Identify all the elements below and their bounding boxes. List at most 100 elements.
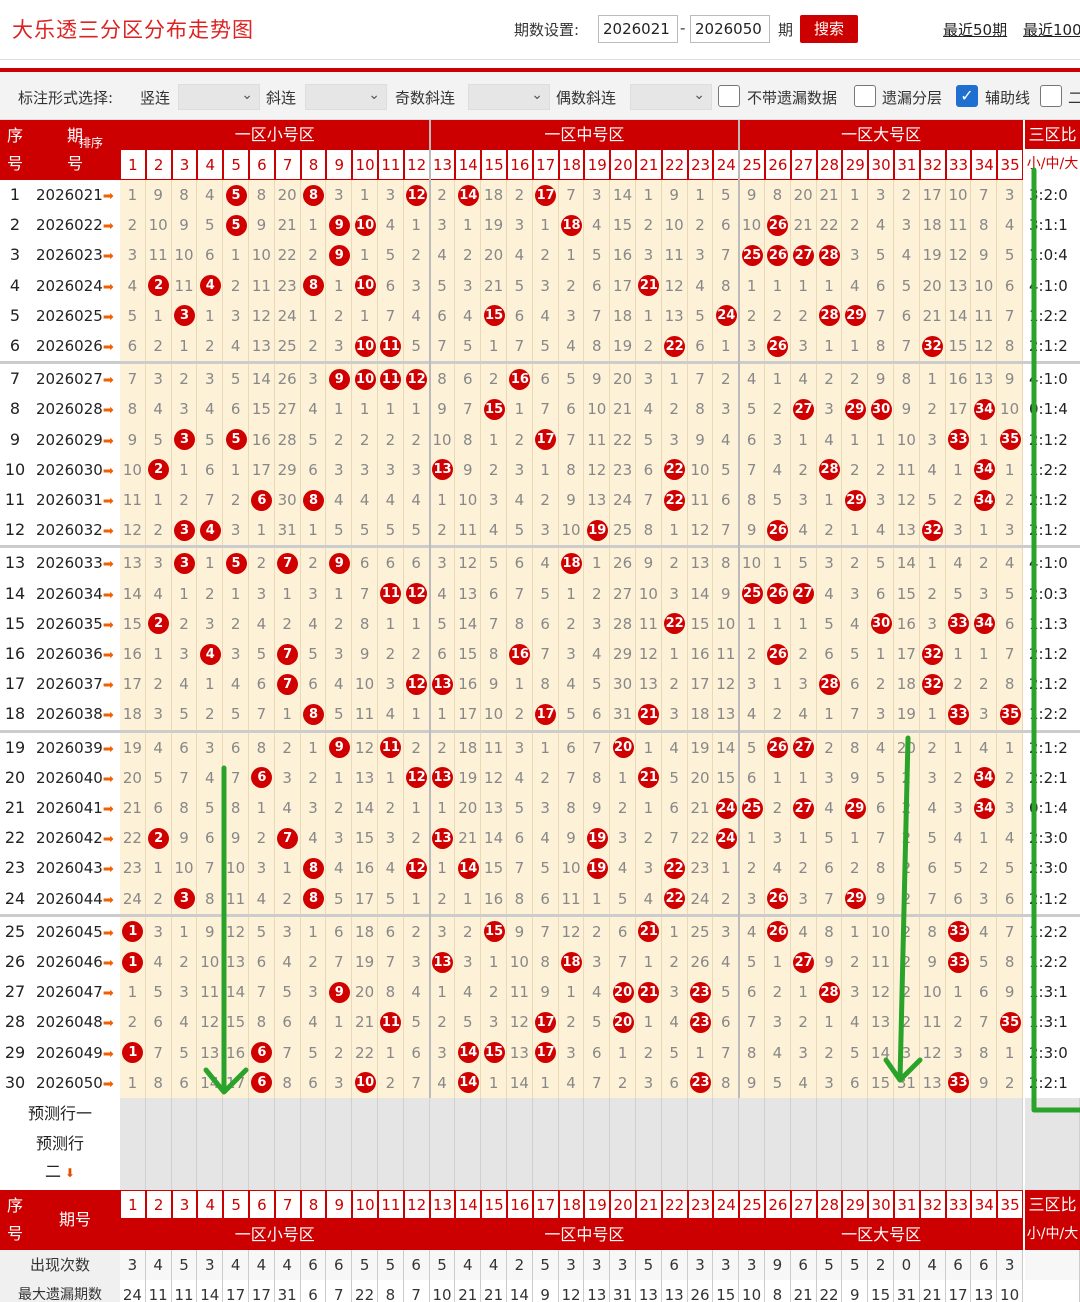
predict-cell[interactable] [816,1130,843,1190]
predict-cell[interactable] [532,1098,559,1130]
arrow-right-icon[interactable]: ➡ [103,926,114,941]
arrow-right-icon[interactable]: ➡ [103,832,114,847]
arrow-right-icon[interactable]: ➡ [103,464,114,479]
issue-cell[interactable]: 2026033➡ [30,548,120,579]
predict-cell[interactable] [584,1098,611,1130]
arrow-right-icon[interactable]: ➡ [103,249,114,264]
predict-cell[interactable] [687,1130,714,1190]
predict-cell[interactable] [120,1098,146,1130]
issue-cell[interactable]: 2026049➡ [30,1037,120,1068]
issue-cell[interactable]: 2026035➡ [30,608,120,639]
predict-cell[interactable] [274,1098,301,1130]
predict-ratio-cell[interactable] [1025,1098,1080,1130]
predict-cell[interactable] [507,1130,533,1190]
arrow-right-icon[interactable]: ➡ [103,189,114,204]
arrow-right-icon[interactable]: ➡ [103,862,114,877]
arrow-right-icon[interactable]: ➡ [103,310,114,325]
issue-cell[interactable]: 2026047➡ [30,977,120,1008]
arrow-right-icon[interactable]: ➡ [103,648,114,663]
predict-cell[interactable] [894,1130,920,1190]
predict-cell[interactable] [739,1098,765,1130]
arrow-right-icon[interactable]: ➡ [103,893,114,908]
predict-cell[interactable] [352,1098,378,1130]
predict-cell[interactable] [558,1098,585,1130]
predict-cell[interactable] [945,1098,972,1130]
arrow-right-icon[interactable]: ➡ [103,742,114,757]
predict-cell[interactable] [661,1130,688,1190]
arrow-right-icon[interactable]: ➡ [103,588,114,603]
arrow-right-icon[interactable]: ➡ [103,1047,114,1062]
arrow-right-icon[interactable]: ➡ [103,772,114,787]
issue-cell[interactable]: 2026045➡ [30,916,120,947]
predict-cell[interactable] [300,1130,327,1190]
arrow-right-icon[interactable]: ➡ [103,494,114,509]
arrow-right-icon[interactable]: ➡ [103,340,114,355]
arrow-right-icon[interactable]: ➡ [103,618,114,633]
arrow-right-icon[interactable]: ➡ [103,373,114,388]
predict-cell[interactable] [790,1130,817,1190]
issue-cell[interactable]: 2026028➡ [30,394,120,425]
predict-cell[interactable] [945,1130,972,1190]
predict-cell[interactable] [636,1130,662,1190]
arrow-right-icon[interactable]: ➡ [103,986,114,1001]
arrow-right-icon[interactable]: ➡ [103,708,114,723]
predict-cell[interactable] [971,1130,998,1190]
arrow-right-icon[interactable]: ➡ [103,403,114,418]
predict-cell[interactable] [894,1098,920,1130]
predict-cell[interactable] [971,1098,998,1130]
issue-cell[interactable]: 2026021➡ [30,180,120,211]
issue-cell[interactable]: 2026039➡ [30,732,120,763]
issue-cell[interactable]: 2026031➡ [30,485,120,516]
predict-cell[interactable] [197,1130,224,1190]
predict-cell[interactable] [378,1130,404,1190]
issue-cell[interactable]: 2026041➡ [30,793,120,824]
predict-cell[interactable] [145,1130,172,1190]
issue-cell[interactable]: 2026043➡ [30,853,120,884]
arrow-down-icon[interactable]: ⬇ [61,1166,75,1180]
predict-cell[interactable] [713,1098,740,1130]
predict-cell[interactable] [842,1130,869,1190]
predict-cell[interactable] [249,1098,275,1130]
predict-cell[interactable] [223,1098,249,1130]
arrow-right-icon[interactable]: ➡ [103,1016,114,1031]
predict-cell[interactable] [481,1130,507,1190]
predict-cell[interactable] [481,1098,507,1130]
issue-cell[interactable]: 2026032➡ [30,515,120,546]
predict-ratio-cell[interactable] [1025,1130,1080,1190]
predict-cell[interactable] [816,1098,843,1130]
issue-cell[interactable]: 2026025➡ [30,300,120,331]
predict-cell[interactable] [997,1130,1023,1190]
predict-cell[interactable] [868,1130,894,1190]
predict-cell[interactable] [274,1130,301,1190]
issue-cell[interactable]: 2026037➡ [30,669,120,700]
predict-cell[interactable] [197,1098,224,1130]
issue-cell[interactable]: 2026024➡ [30,270,120,301]
arrow-right-icon[interactable]: ➡ [103,557,114,572]
predict-cell[interactable] [378,1098,404,1130]
issue-cell[interactable]: 2026026➡ [30,331,120,362]
predict-cell[interactable] [352,1130,378,1190]
arrow-right-icon[interactable]: ➡ [103,1077,114,1092]
issue-cell[interactable]: 2026050➡ [30,1067,120,1098]
issue-cell[interactable]: 2026029➡ [30,424,120,455]
issue-cell[interactable]: 2026022➡ [30,210,120,241]
issue-cell[interactable]: 2026034➡ [30,578,120,609]
arrow-right-icon[interactable]: ➡ [103,678,114,693]
predict-cell[interactable] [326,1098,353,1130]
predict-cell[interactable] [919,1098,946,1130]
predict-cell[interactable] [403,1098,430,1130]
issue-cell[interactable]: 2026027➡ [30,364,120,395]
issue-cell[interactable]: 2026048➡ [30,1007,120,1038]
predict-cell[interactable] [636,1098,662,1130]
predict-cell[interactable] [739,1130,765,1190]
predict-cell[interactable] [790,1098,817,1130]
predict-cell[interactable] [532,1130,559,1190]
arrow-right-icon[interactable]: ➡ [103,802,114,817]
predict-cell[interactable] [765,1098,791,1130]
predict-cell[interactable] [765,1130,791,1190]
issue-cell[interactable]: 2026036➡ [30,639,120,670]
issue-cell[interactable]: 2026040➡ [30,762,120,793]
predict-cell[interactable] [610,1098,636,1130]
predict-cell[interactable] [610,1130,636,1190]
predict-cell[interactable] [842,1098,869,1130]
